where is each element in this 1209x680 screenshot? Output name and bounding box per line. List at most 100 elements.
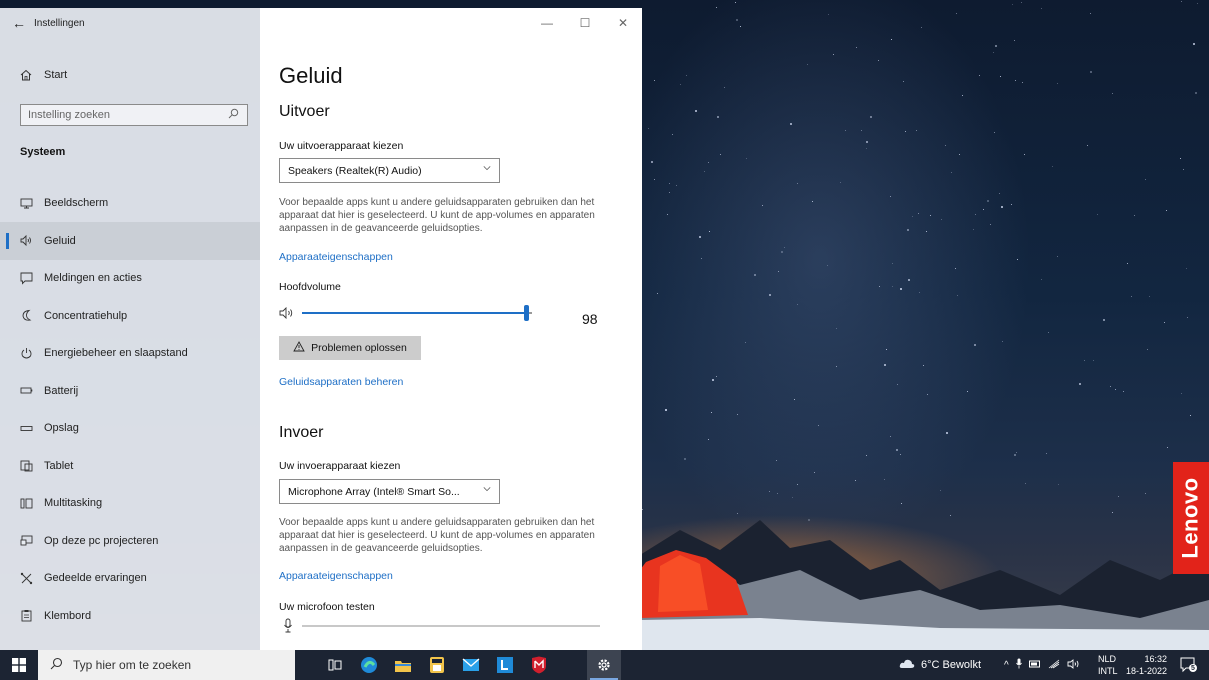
sidebar-item-concentratiehulp[interactable]: Concentratiehulp	[0, 297, 260, 335]
star	[1015, 452, 1017, 454]
sidebar-item-label: Klembord	[44, 609, 92, 622]
input-device-value: Microphone Array (Intel® Smart So...	[288, 485, 460, 498]
sidebar-item-meldingen-en-acties[interactable]: Meldingen en acties	[0, 259, 260, 297]
star	[1040, 7, 1042, 9]
output-device-value: Speakers (Realtek(R) Audio)	[288, 164, 422, 177]
output-heading: Uitvoer	[279, 103, 330, 120]
star	[1127, 262, 1129, 264]
tablet-icon	[20, 459, 44, 472]
star	[1016, 259, 1018, 261]
close-icon[interactable]: ✕	[604, 16, 642, 30]
settings-gear-icon[interactable]	[587, 650, 621, 680]
star	[860, 129, 862, 131]
star	[865, 454, 867, 456]
page-title: Geluid	[279, 63, 343, 88]
sidebar-item-start[interactable]: Start	[0, 56, 260, 94]
edge-browser-icon[interactable]	[352, 650, 386, 680]
weather-widget[interactable]: 6°C Bewolkt	[899, 650, 981, 680]
input-heading: Invoer	[279, 424, 324, 441]
mic-level-bar	[302, 625, 600, 627]
search-icon	[50, 657, 63, 673]
weather-text: 6°C Bewolkt	[921, 659, 982, 671]
sidebar-item-batterij[interactable]: Batterij	[0, 372, 260, 410]
sidebar-item-beeldscherm[interactable]: Beeldscherm	[0, 184, 260, 222]
volume-thumb[interactable]	[524, 305, 529, 321]
sidebar-item-energiebeheer-en-slaapstand[interactable]: Energiebeheer en slaapstand	[0, 334, 260, 372]
star	[1096, 214, 1098, 216]
input-device-select[interactable]: Microphone Array (Intel® Smart So...	[279, 479, 500, 504]
star	[676, 184, 678, 186]
star	[955, 12, 957, 14]
settings-content: — ☐ ✕ Geluid Uitvoer Uw uitvoerapparaat …	[260, 8, 642, 650]
star	[856, 47, 858, 49]
star	[990, 224, 992, 226]
volume-fill	[302, 312, 527, 314]
chevron-up-icon[interactable]: ^	[1004, 660, 1009, 671]
chevron-down-icon	[483, 487, 491, 492]
sidebar-item-opslag[interactable]: Opslag	[0, 409, 260, 447]
output-properties-link[interactable]: Apparaateigenschappen	[279, 251, 393, 263]
sidebar-item-label: Batterij	[44, 384, 79, 397]
manage-devices-link[interactable]: Geluidsapparaten beheren	[279, 376, 403, 388]
star	[1092, 360, 1094, 362]
star	[1183, 168, 1185, 170]
star	[796, 483, 798, 485]
calculator-icon[interactable]	[420, 650, 454, 680]
star	[836, 365, 838, 367]
notification-icon	[20, 272, 44, 285]
mail-icon[interactable]	[454, 650, 488, 680]
task-view-icon[interactable]	[318, 650, 352, 680]
star	[736, 413, 738, 415]
minimize-icon[interactable]: —	[528, 16, 566, 30]
maximize-icon[interactable]: ☐	[566, 16, 604, 30]
sidebar-item-label: Op deze pc projecteren	[44, 534, 159, 547]
start-button[interactable]	[0, 650, 38, 680]
star	[845, 130, 846, 132]
output-device-select[interactable]: Speakers (Realtek(R) Audio)	[279, 158, 500, 183]
clock[interactable]: 16:32 18-1-2022	[1126, 653, 1167, 677]
sidebar-item-multitasking[interactable]: Multitasking	[0, 484, 260, 522]
back-arrow-icon[interactable]: ←	[12, 15, 34, 31]
star	[904, 130, 906, 132]
star	[769, 491, 771, 493]
sidebar-item-geluid[interactable]: Geluid	[0, 221, 260, 260]
language-indicator[interactable]: NLD INTL	[1098, 653, 1118, 677]
sidebar-item-tablet[interactable]: Tablet	[0, 447, 260, 485]
notification-center-icon[interactable]: 5	[1180, 650, 1198, 680]
troubleshoot-button[interactable]: Problemen oplossen	[279, 336, 421, 360]
sidebar-item-gedeelde-ervaringen[interactable]: Gedeelde ervaringen	[0, 559, 260, 597]
star	[1020, 1, 1022, 3]
battery-icon[interactable]	[1028, 660, 1041, 671]
mcafee-icon[interactable]	[522, 650, 556, 680]
microphone-icon[interactable]	[1015, 658, 1022, 672]
star	[994, 132, 996, 134]
lenovo-logo: Lenovo	[1173, 462, 1209, 574]
input-properties-link[interactable]: Apparaateigenschappen	[279, 570, 393, 582]
star	[776, 493, 778, 495]
star	[1002, 340, 1004, 342]
star	[896, 384, 898, 386]
sidebar-item-op-deze-pc-projecteren[interactable]: Op deze pc projecteren	[0, 522, 260, 560]
settings-sidebar: ← Instellingen Start Instelling zoeken S…	[0, 8, 260, 650]
star	[1014, 39, 1016, 41]
star	[1187, 316, 1189, 318]
star	[1180, 157, 1182, 159]
star	[973, 343, 976, 346]
settings-search-input[interactable]: Instelling zoeken	[20, 104, 248, 126]
taskbar-search-input[interactable]: Typ hier om te zoeken	[38, 650, 295, 680]
file-explorer-icon[interactable]	[386, 650, 420, 680]
mic-test-label: Uw microfoon testen	[279, 601, 375, 613]
wifi-icon[interactable]	[1048, 659, 1060, 672]
star	[892, 285, 894, 287]
warning-icon	[293, 341, 305, 355]
sidebar-item-klembord[interactable]: Klembord	[0, 597, 260, 635]
star	[1185, 267, 1187, 269]
volume-icon[interactable]	[1067, 658, 1081, 672]
star	[719, 154, 721, 156]
lenovo-vantage-icon[interactable]	[488, 650, 522, 680]
star	[784, 246, 786, 248]
star	[775, 459, 777, 461]
storage-icon	[20, 422, 44, 435]
star	[1056, 83, 1058, 85]
star	[1112, 92, 1114, 94]
